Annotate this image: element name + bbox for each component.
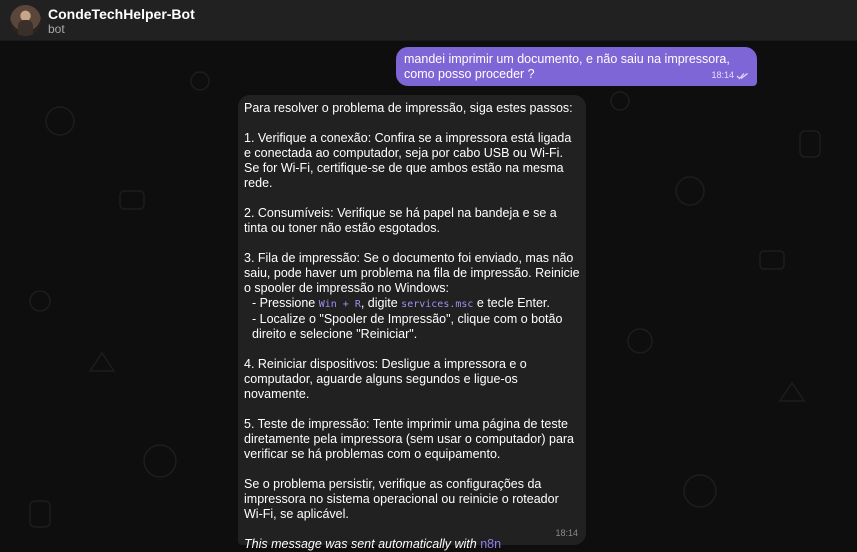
closing-text: Se o problema persistir, verifique as co… <box>244 477 559 521</box>
chat-subtitle: bot <box>48 22 65 36</box>
step-3: 3. Fila de impressão: Se o documento foi… <box>244 251 580 295</box>
outgoing-message-time: 18:14 <box>711 70 734 80</box>
inline-code-shortcut: Win + R <box>318 299 361 310</box>
incoming-message-time: 18:14 <box>555 528 578 538</box>
outgoing-message[interactable]: mandei imprimir um documento, e não saiu… <box>396 47 757 86</box>
n8n-link[interactable]: n8n <box>480 537 501 551</box>
automation-footer: This message was sent automatically with… <box>244 537 580 552</box>
message-intro: Para resolver o problema de impressão, s… <box>244 101 573 115</box>
outgoing-message-meta: 18:14 <box>711 68 749 83</box>
chat-header[interactable]: CondeTechHelper-Bot bot <box>0 0 857 41</box>
step-3-substep-1: - Pressione Win + R, digite services.msc… <box>244 296 580 312</box>
message-list[interactable]: mandei imprimir um documento, e não saiu… <box>0 41 857 552</box>
step-5: 5. Teste de impressão: Tente imprimir um… <box>244 417 575 461</box>
inline-code-command: services.msc <box>401 299 474 310</box>
outgoing-message-text: mandei imprimir um documento, e não saiu… <box>404 52 730 81</box>
incoming-message[interactable]: Para resolver o problema de impressão, s… <box>238 95 586 551</box>
step-2: 2. Consumíveis: Verifique se há papel na… <box>244 206 557 235</box>
footer-text: This message was sent automatically with <box>244 537 481 551</box>
substep-text: , digite <box>360 296 402 310</box>
step-3-substep-2: - Localize o "Spooler de Impressão", cli… <box>252 312 563 341</box>
step-4: 4. Reiniciar dispositivos: Desligue a im… <box>244 357 527 401</box>
avatar[interactable] <box>10 5 41 36</box>
substep-text: e tecle Enter. <box>473 296 550 310</box>
substep-text: - Pressione <box>252 296 319 310</box>
step-1: 1. Verifique a conexão: Confira se a imp… <box>244 131 572 190</box>
chat-title[interactable]: CondeTechHelper-Bot <box>48 6 195 22</box>
double-check-icon <box>736 72 748 79</box>
